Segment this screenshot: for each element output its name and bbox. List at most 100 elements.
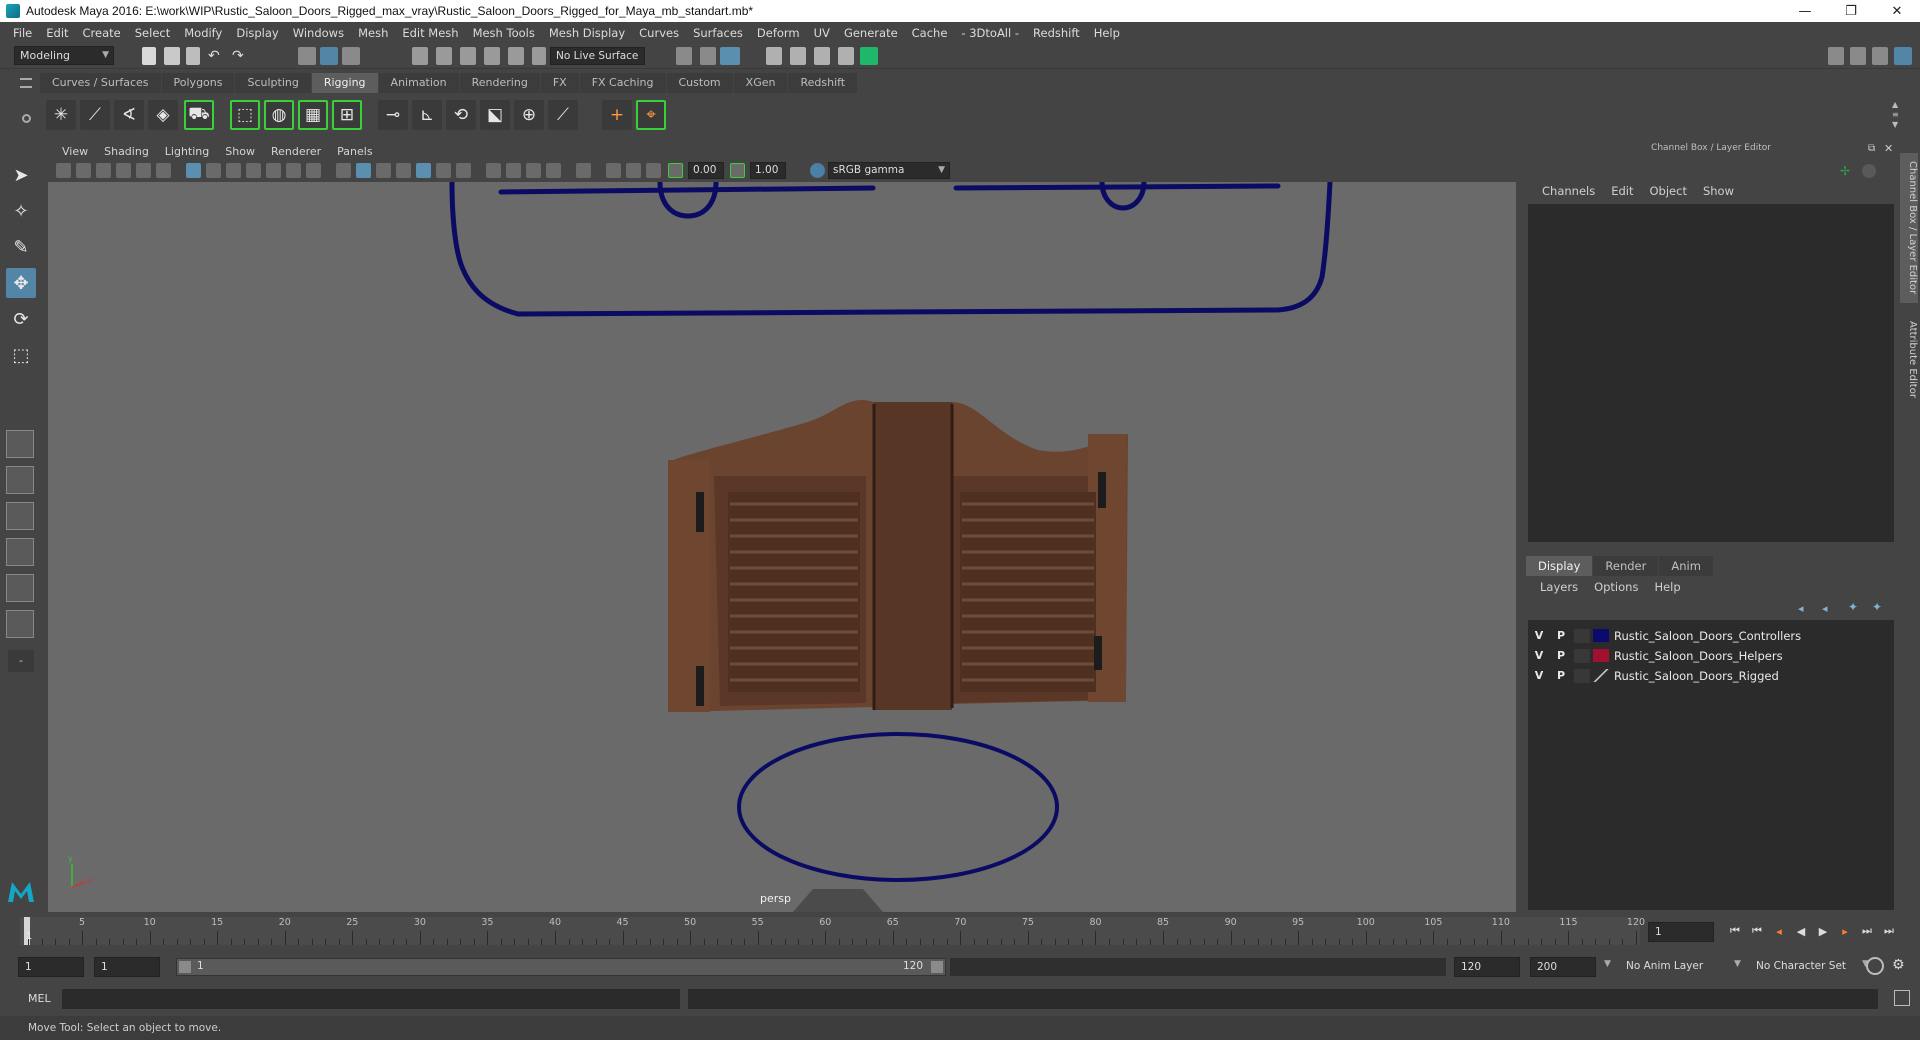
- shelf-menu-icon[interactable]: [20, 78, 32, 88]
- auto-key-icon[interactable]: [1866, 957, 1884, 975]
- shelf-tab-fx[interactable]: FX: [540, 73, 579, 93]
- snap-point-icon[interactable]: [460, 47, 476, 65]
- save-scene-icon[interactable]: [186, 47, 200, 65]
- open-scene-icon[interactable]: [164, 47, 180, 65]
- grid-icon[interactable]: [186, 163, 201, 178]
- menu-uv[interactable]: UV: [807, 26, 837, 40]
- menu-windows[interactable]: Windows: [286, 26, 351, 40]
- camera-attributes-icon[interactable]: [76, 163, 91, 178]
- layer-row[interactable]: V P Rustic_Saloon_Doors_Helpers: [1528, 646, 1894, 665]
- film-gate-icon[interactable]: [206, 163, 221, 178]
- play-forwards-icon[interactable]: ▶: [1816, 924, 1830, 938]
- quick-rig-icon[interactable]: ⌖: [636, 100, 666, 130]
- menuset-selector[interactable]: Modeling ▼: [14, 46, 114, 65]
- live-surface-field[interactable]: No Live Surface: [550, 47, 645, 65]
- menu-mesh[interactable]: Mesh: [351, 26, 395, 40]
- lasso-tool-icon[interactable]: ✧: [6, 196, 36, 226]
- channel-box-icon[interactable]: [1894, 47, 1912, 65]
- layer-tab-render[interactable]: Render: [1593, 556, 1659, 576]
- xray-joints-icon[interactable]: [606, 163, 621, 178]
- four-view-layout-icon[interactable]: [6, 466, 34, 494]
- safe-action-icon[interactable]: [286, 163, 301, 178]
- create-joints-icon[interactable]: ✳: [46, 100, 76, 130]
- playback-end-field[interactable]: 120: [1454, 957, 1520, 977]
- menu-redshift[interactable]: Redshift: [1026, 26, 1087, 40]
- color-management-icon[interactable]: [810, 163, 825, 178]
- outliner-layout-icon[interactable]: [6, 538, 34, 566]
- minimize-button[interactable]: —: [1782, 0, 1828, 22]
- grease-pencil-icon[interactable]: [156, 163, 171, 178]
- shelf-tab-fx-caching[interactable]: FX Caching: [579, 73, 666, 93]
- layer-color-swatch[interactable]: [1593, 629, 1609, 642]
- ipr-render-icon[interactable]: [814, 47, 830, 65]
- field-chart-icon[interactable]: [266, 163, 281, 178]
- more-layouts-icon[interactable]: -: [8, 650, 34, 672]
- select-by-hierarchy-icon[interactable]: [298, 47, 316, 65]
- layer-display-type[interactable]: [1574, 628, 1590, 643]
- gate-mask-icon[interactable]: [246, 163, 261, 178]
- new-layer-selected-icon[interactable]: ✦: [1872, 600, 1882, 614]
- render-current-icon[interactable]: [790, 47, 806, 65]
- wireframe-on-shaded-icon[interactable]: [376, 163, 391, 178]
- undo-icon[interactable]: ↶: [208, 48, 220, 64]
- layer-visibility-toggle[interactable]: V: [1528, 649, 1550, 662]
- point-constraint-icon[interactable]: ⊸: [378, 100, 408, 130]
- go-to-end-icon[interactable]: ⏭: [1882, 924, 1896, 938]
- workspace-icon[interactable]: [1828, 47, 1844, 65]
- textured-icon[interactable]: [416, 163, 431, 178]
- cb-menu-channels[interactable]: Channels: [1534, 184, 1603, 202]
- layer-row[interactable]: V P Rustic_Saloon_Doors_Controllers: [1528, 626, 1894, 645]
- depth-of-field-icon[interactable]: [546, 163, 561, 178]
- anim-layer-select[interactable]: No Anim Layer: [1620, 957, 1744, 977]
- shelf-tab-xgen[interactable]: XGen: [733, 73, 788, 93]
- new-scene-icon[interactable]: [142, 47, 156, 65]
- menu-3dtoall[interactable]: - 3DtoAll -: [954, 26, 1026, 40]
- cb-menu-object[interactable]: Object: [1642, 184, 1695, 202]
- le-menu-help[interactable]: Help: [1646, 580, 1688, 598]
- shelf-settings-icon[interactable]: [22, 114, 31, 123]
- animation-start-field[interactable]: 1: [18, 957, 84, 977]
- layer-visibility-toggle[interactable]: V: [1528, 629, 1550, 642]
- layer-row[interactable]: V P Rustic_Saloon_Doors_Rigged: [1528, 666, 1894, 685]
- screen-space-ao-icon[interactable]: [486, 163, 501, 178]
- maximize-button[interactable]: ❐: [1828, 0, 1874, 22]
- snap-view-plane-icon[interactable]: [484, 47, 500, 65]
- close-panel-icon[interactable]: ✕: [1884, 142, 1893, 155]
- menu-select[interactable]: Select: [128, 26, 177, 40]
- top-controller-curve[interactable]: [449, 182, 1333, 317]
- menu-surfaces[interactable]: Surfaces: [686, 26, 750, 40]
- gamma-icon[interactable]: [730, 163, 745, 178]
- shelf-tab-redshift[interactable]: Redshift: [788, 73, 858, 93]
- move-tool-icon[interactable]: ✥: [6, 268, 36, 298]
- snap-curve-icon[interactable]: [436, 47, 452, 65]
- vp-menu-shading[interactable]: Shading: [96, 145, 157, 158]
- select-by-object-icon[interactable]: [320, 47, 338, 65]
- use-all-lights-icon[interactable]: [436, 163, 451, 178]
- saloon-doors-mesh[interactable]: [668, 400, 1128, 912]
- vp-menu-view[interactable]: View: [54, 145, 96, 158]
- 2d-pan-zoom-icon[interactable]: [136, 163, 151, 178]
- paint-select-tool-icon[interactable]: ✎: [6, 232, 36, 262]
- move-layer-down-icon[interactable]: ◂: [1822, 602, 1828, 615]
- shelf-tab-rendering[interactable]: Rendering: [459, 73, 540, 93]
- menu-generate[interactable]: Generate: [837, 26, 905, 40]
- current-frame-field[interactable]: 1: [1648, 922, 1714, 942]
- menu-mesh-tools[interactable]: Mesh Tools: [466, 26, 542, 40]
- viewport-persp[interactable]: persp x y: [48, 182, 1516, 912]
- step-forward-frame-icon[interactable]: ▸: [1838, 924, 1852, 938]
- orient-joint-icon[interactable]: ◈: [148, 100, 178, 130]
- vp-menu-show[interactable]: Show: [217, 145, 263, 158]
- step-forward-key-icon[interactable]: ⏭: [1860, 924, 1874, 938]
- graph-layout-icon[interactable]: [6, 574, 34, 602]
- smooth-shade-icon[interactable]: [356, 163, 371, 178]
- menu-cache[interactable]: Cache: [905, 26, 955, 40]
- snap-surface-icon[interactable]: [532, 47, 546, 65]
- ik-spline-icon[interactable]: ∢: [114, 100, 144, 130]
- shelf-tab-animation[interactable]: Animation: [378, 73, 459, 93]
- bind-skin-icon[interactable]: ⬚: [230, 100, 260, 130]
- select-tool-icon[interactable]: ➤: [6, 160, 36, 190]
- layer-display-type[interactable]: [1574, 648, 1590, 663]
- layer-display-type[interactable]: [1574, 668, 1590, 683]
- layer-visibility-toggle[interactable]: V: [1528, 669, 1550, 682]
- wireframe-icon[interactable]: [336, 163, 351, 178]
